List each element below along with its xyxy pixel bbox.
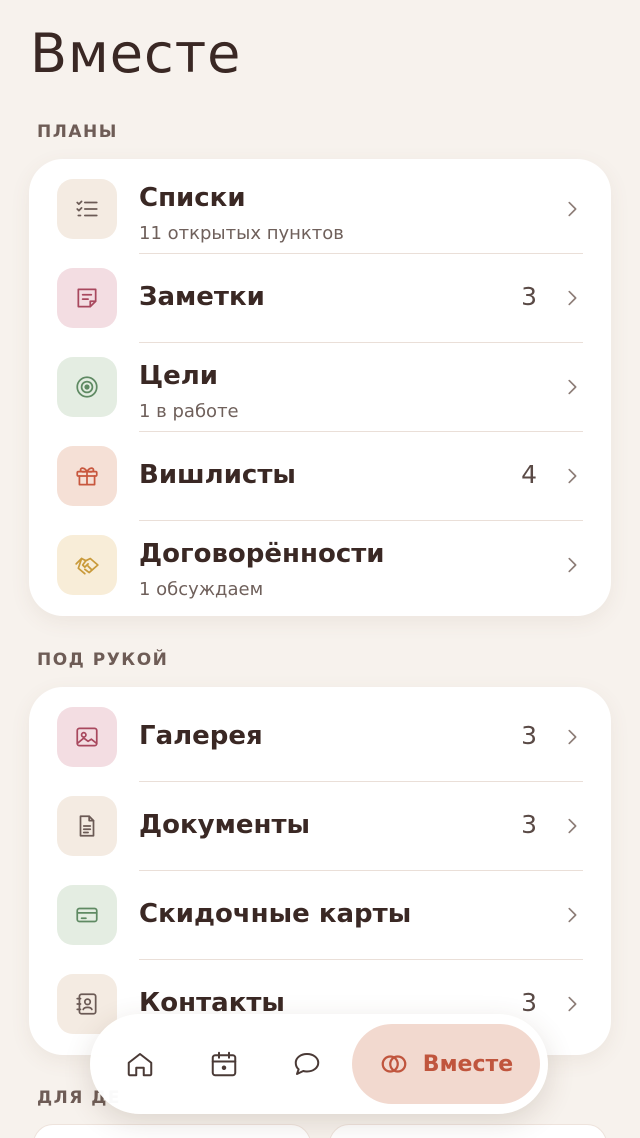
chevron-right-icon [568,379,577,395]
tab-chat[interactable] [287,1044,327,1084]
calendar-icon [211,1051,237,1077]
list-item-title: Договорённости [139,539,385,569]
chevron-right-icon [568,290,577,306]
list-item-count: 4 [521,460,537,489]
list-item-subtitle: 1 обсуждаем [139,579,264,600]
chevron-right-icon [568,468,577,484]
list-item-title: Скидочные карты [139,899,412,929]
discount-cards-icon-tile [57,885,117,945]
list-item-title: Документы [139,810,311,840]
section-label-at-hand: ПОД РУКОЙ [37,650,169,670]
home-icon [127,1053,153,1077]
list-item-title: Заметки [139,282,265,312]
tab-together-label: Вместе [422,1051,514,1077]
chevron-right-icon [568,996,577,1012]
chevron-right-icon [568,557,577,573]
list-item-wishlists[interactable]: Вишлисты 4 [29,432,611,521]
gift-icon [76,467,98,486]
list-item-subtitle: 11 открытых пунктов [139,223,344,244]
list-item-documents[interactable]: Документы 3 [29,782,611,871]
list-item-count: 3 [521,988,537,1017]
list-item-gallery[interactable]: Галерея 3 [29,693,611,782]
list-item-title: Цели [139,361,219,391]
goals-icon-tile [57,357,117,417]
list-item-count: 3 [521,810,537,839]
documents-icon-tile [57,796,117,856]
checklist-icon [76,200,98,217]
section-label-plans: ПЛАНЫ [37,122,118,142]
next-card-left[interactable] [33,1124,311,1138]
tab-calendar[interactable] [204,1044,244,1084]
list-item-title: Галерея [139,721,263,751]
plans-card: Списки 11 открытых пунктов Заметки 3 Цел… [29,159,611,616]
note-icon [77,288,97,308]
chevron-right-icon [568,818,577,834]
at-hand-card: Галерея 3 Документы 3 Скидочные карты Ко… [29,687,611,1055]
list-item-title: Вишлисты [139,460,296,490]
tab-together[interactable]: Вместе [352,1024,540,1104]
chevron-right-icon [568,907,577,923]
chevron-right-icon [568,201,577,217]
list-item-notes[interactable]: Заметки 3 [29,254,611,343]
wishlists-icon-tile [57,446,117,506]
card-icon [76,907,98,923]
list-item-agreements[interactable]: Договорённости 1 обсуждаем [29,521,611,610]
next-card-right[interactable] [329,1124,607,1138]
target-icon [76,376,98,398]
chat-icon [294,1053,320,1075]
document-icon [79,815,95,837]
rings-icon [381,1055,407,1073]
handshake-icon [75,557,99,575]
list-item-subtitle: 1 в работе [139,401,239,422]
tab-home[interactable] [120,1044,160,1084]
chevron-right-icon [568,729,577,745]
list-item-count: 3 [521,282,537,311]
list-item-goals[interactable]: Цели 1 в работе [29,343,611,432]
list-item-title: Списки [139,183,246,213]
notes-icon-tile [57,268,117,328]
lists-icon-tile [57,179,117,239]
page-title: Вместе [30,22,242,85]
image-icon [76,727,98,747]
list-item-count: 3 [521,721,537,750]
tab-bar: Вместе [90,1014,548,1114]
list-item-discount-cards[interactable]: Скидочные карты [29,871,611,960]
contacts-icon [76,993,97,1015]
gallery-icon-tile [57,707,117,767]
agreements-icon-tile [57,535,117,595]
list-item-lists[interactable]: Списки 11 открытых пунктов [29,165,611,254]
